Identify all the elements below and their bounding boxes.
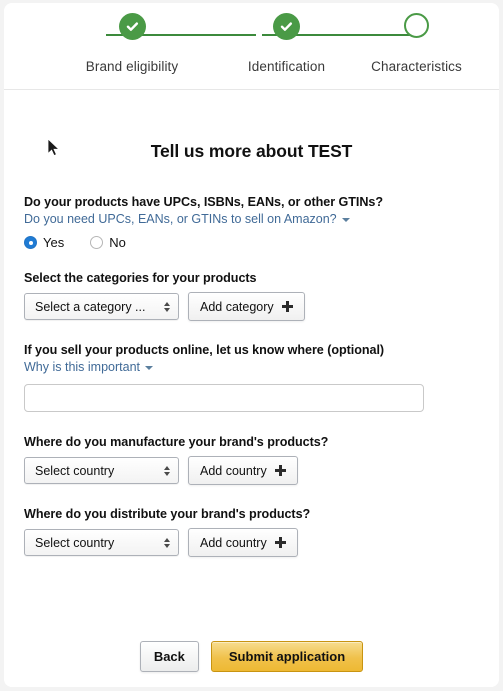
distribute-country-select[interactable]: Select country [24,529,179,556]
chevron-down-icon [341,218,350,222]
empty-circle-icon [404,13,429,38]
gtin-radio-no[interactable]: No [90,235,126,250]
page-title: Tell us more about TEST [150,141,353,161]
category-select-value: Select a category ... [35,299,146,314]
chevron-down-icon [145,366,154,370]
add-category-button-label: Add category [200,299,274,314]
distribute-controls: Select country Add country [24,528,479,557]
category-select[interactable]: Select a category ... [24,293,179,320]
step-indicator-wrap [334,13,499,57]
plus-icon [281,301,293,312]
submit-application-button[interactable]: Submit application [210,641,364,672]
field-group-manufacture: Where do you manufacture your brand's pr… [24,435,479,485]
gtin-question-label: Do your products have UPCs, ISBNs, EANs,… [24,195,383,209]
radio-button-indicator[interactable] [90,236,104,249]
select-stepper-icon [164,465,170,476]
chevron-up-icon [164,537,170,542]
application-card: Brand eligibility Identification Charact… [4,3,499,687]
gtin-radio-yes-label: Yes [43,235,65,250]
field-group-categories: Select the categories for your products … [24,271,479,321]
check-circle-icon [273,13,300,40]
progress-header: Brand eligibility Identification Charact… [4,3,499,90]
chevron-up-icon [164,465,170,470]
add-distribute-country-button[interactable]: Add country [188,528,298,557]
select-stepper-icon [164,301,170,312]
add-manufacture-country-button-label: Add country [200,463,267,478]
chevron-up-icon [164,301,170,306]
gtin-radio-no-label: No [109,235,126,250]
gtin-help-link-text: Do you need UPCs, EANs, or GTINs to sell… [24,212,337,226]
chevron-down-icon [164,307,170,312]
form-body: Tell us more about TEST Do your products… [4,90,499,687]
gtin-radio-group: Yes No [24,235,479,250]
radio-button-indicator[interactable] [24,236,37,249]
plus-icon [274,537,286,548]
footer-actions: Back Submit application [4,641,499,672]
manufacture-label: Where do you manufacture your brand's pr… [24,435,329,449]
field-group-online-selling: If you sell your products online, let us… [24,343,479,412]
manufacture-country-select[interactable]: Select country [24,457,179,484]
distribute-country-select-value: Select country [35,535,115,550]
distribute-label: Where do you distribute your brand's pro… [24,507,311,521]
chevron-down-icon [164,471,170,476]
online-selling-input[interactable] [24,384,424,412]
gtin-help-link[interactable]: Do you need UPCs, EANs, or GTINs to sell… [24,212,350,226]
page-background: Brand eligibility Identification Charact… [0,0,503,691]
add-manufacture-country-button[interactable]: Add country [188,456,298,485]
add-distribute-country-button-label: Add country [200,535,267,550]
chevron-down-icon [164,543,170,548]
manufacture-country-select-value: Select country [35,463,115,478]
online-selling-help-link[interactable]: Why is this important [24,360,154,374]
check-circle-icon [118,13,146,40]
field-group-gtin: Do your products have UPCs, ISBNs, EANs,… [24,195,479,250]
back-button[interactable]: Back [139,641,199,672]
progress-step-characteristics[interactable]: Characteristics [334,13,499,74]
plus-icon [274,465,286,476]
field-group-distribute: Where do you distribute your brand's pro… [24,507,479,557]
progress-step-label: Characteristics [371,59,462,74]
online-selling-help-link-text: Why is this important [24,360,141,374]
select-stepper-icon [164,537,170,548]
progress-stepper: Brand eligibility Identification Charact… [4,13,499,74]
categories-label: Select the categories for your products [24,271,257,285]
gtin-radio-yes[interactable]: Yes [24,235,64,250]
online-selling-label: If you sell your products online, let us… [24,343,385,357]
add-category-button[interactable]: Add category [188,292,305,321]
manufacture-controls: Select country Add country [24,456,479,485]
categories-controls: Select a category ... Add category [24,292,479,321]
